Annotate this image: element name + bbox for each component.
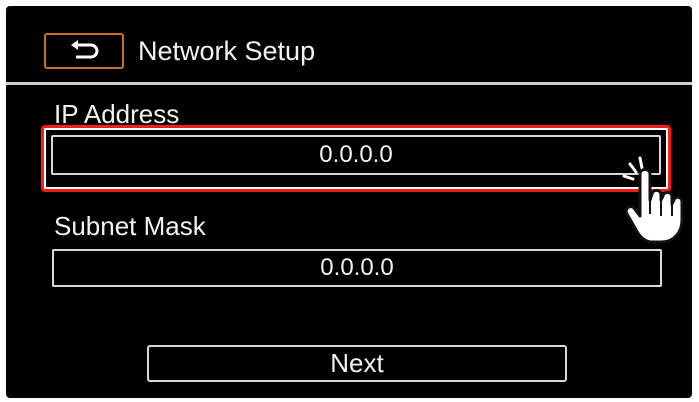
ip-address-field[interactable]: 0.0.0.0	[51, 135, 661, 175]
subnet-mask-label: Subnet Mask	[54, 211, 206, 241]
subnet-mask-field[interactable]: 0.0.0.0	[52, 249, 662, 287]
return-arrow-icon	[71, 40, 99, 59]
network-setup-screen: Network Setup IP Address 0.0.0.0 Subnet …	[6, 6, 692, 398]
next-button[interactable]: Next	[147, 345, 567, 382]
back-button[interactable]	[44, 33, 124, 69]
tapping-hand-icon	[622, 156, 684, 244]
header-divider	[6, 82, 692, 85]
page-title: Network Setup	[138, 36, 316, 66]
header-bar: Network Setup	[6, 6, 692, 86]
